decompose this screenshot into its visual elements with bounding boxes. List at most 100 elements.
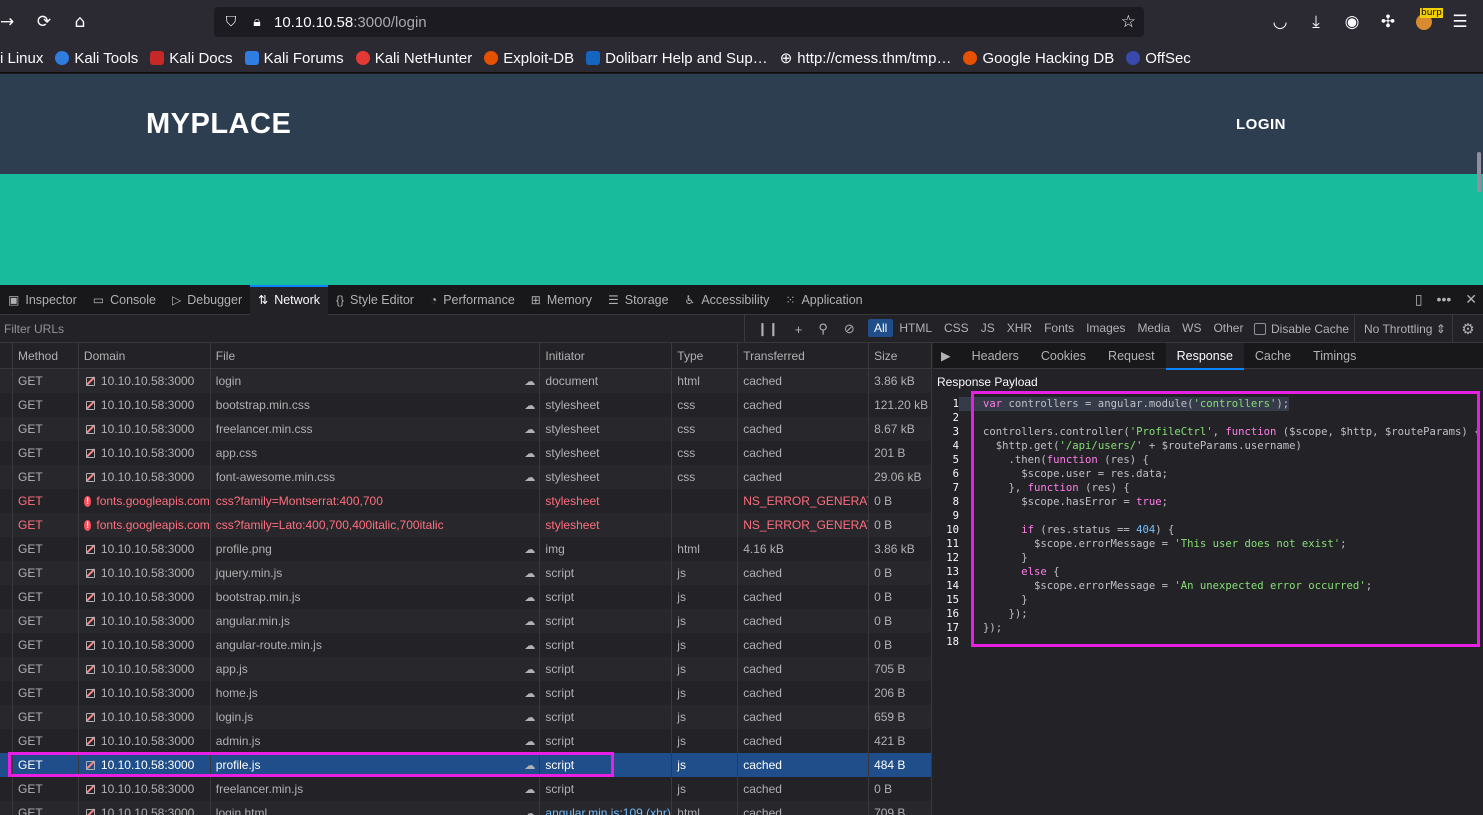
filter-ws[interactable]: WS — [1176, 319, 1207, 337]
table-row[interactable]: GET! fonts.googleapis.com css?family=Lato:… — [0, 513, 931, 537]
initiator-cell[interactable]: angular.min.js:109 (xhr) — [540, 801, 673, 815]
extensions-icon[interactable]: ✣ — [1370, 4, 1406, 40]
tab-response[interactable]: Response — [1165, 342, 1245, 370]
table-row[interactable]: GET! fonts.googleapis.com css?family=Monts… — [0, 489, 931, 513]
bookmark-item[interactable]: Dolibarr Help and Sup… — [586, 50, 768, 67]
more-options-icon[interactable]: ••• — [1437, 291, 1452, 308]
table-row[interactable]: GET 10.10.10.58:3000 login.js ☁︎ script js cac… — [0, 705, 931, 729]
method-cell: GET — [13, 513, 79, 537]
file-text: login — [215, 374, 242, 388]
reload-icon[interactable]: ⟳ — [26, 4, 62, 40]
table-row[interactable]: GET 10.10.10.58:3000 angular.min.js ☁︎ scrip… — [0, 609, 931, 633]
add-request-icon[interactable]: + — [795, 322, 803, 337]
type-cell: css — [672, 465, 739, 489]
tab-headers[interactable]: Headers — [961, 343, 1030, 369]
account-icon[interactable]: ◉ — [1334, 4, 1370, 40]
column-header[interactable]: Domain — [79, 343, 211, 368]
bookmark-item[interactable]: Kali NetHunter — [355, 50, 472, 67]
filter-other[interactable]: Other — [1207, 319, 1249, 337]
search-icon[interactable]: ⚲ — [818, 321, 828, 337]
table-row[interactable]: GET 10.10.10.58:3000 home.js ☁︎ script js cach… — [0, 681, 931, 705]
table-row[interactable]: GET 10.10.10.58:3000 bootstrap.min.js ☁︎ scr… — [0, 585, 931, 609]
tab-request[interactable]: Request — [1097, 343, 1166, 369]
tab-accessibility[interactable]: ♿︎ Accessibility — [677, 285, 778, 315]
filter-css[interactable]: CSS — [938, 319, 975, 337]
bookmark-item[interactable]: i Linux — [0, 50, 43, 67]
table-row[interactable]: GET 10.10.10.58:3000 freelancer.min.css ☁︎ s… — [0, 417, 931, 441]
disable-cache-checkbox[interactable]: Disable Cache — [1254, 322, 1349, 336]
bookmark-item[interactable]: ⊕ http://cmess.thm/tmp… — [780, 49, 952, 68]
url-bar[interactable]: ⛉ 🔒︎ 10.10.10.58:3000/login ☆ — [214, 7, 1144, 37]
column-header[interactable]: File — [211, 343, 541, 368]
table-row[interactable]: GET 10.10.10.58:3000 jquery.min.js ☁︎ script… — [0, 561, 931, 585]
table-row[interactable]: GET 10.10.10.58:3000 profile.png ☁︎ img html 4… — [0, 537, 931, 561]
filter-images[interactable]: Images — [1080, 319, 1131, 337]
table-row[interactable]: GET 10.10.10.58:3000 app.css ☁︎ stylesheet cs… — [0, 441, 931, 465]
tab-performance[interactable]: ◔ Performance — [422, 285, 523, 315]
kali-docs-icon — [150, 51, 165, 65]
insecure-connection-icon — [84, 759, 96, 771]
column-header[interactable]: Transferred — [738, 343, 870, 368]
bookmark-item[interactable]: OffSec — [1126, 50, 1191, 67]
table-row[interactable]: GET 10.10.10.58:3000 profile.js ☁︎ script js c… — [0, 753, 931, 777]
tab-label: Application — [801, 292, 863, 307]
response-code[interactable]: 1 var controllers = angular.module('contr… — [933, 397, 1483, 649]
table-row[interactable]: GET 10.10.10.58:3000 freelancer.min.js ☁︎ sc… — [0, 777, 931, 801]
filter-urls-input[interactable]: Filter URLs — [4, 322, 64, 336]
tab-cookies[interactable]: Cookies — [1030, 343, 1097, 369]
home-icon[interactable]: ⌂ — [62, 4, 98, 40]
menu-icon[interactable]: ☰ — [1442, 4, 1478, 40]
table-row[interactable]: GET 10.10.10.58:3000 login ☁︎ document html ca… — [0, 369, 931, 393]
filter-fonts[interactable]: Fonts — [1038, 319, 1080, 337]
tab-application[interactable]: ⁙ Application — [777, 285, 870, 315]
responsive-design-icon[interactable]: ▯ — [1415, 291, 1423, 308]
site-brand[interactable]: MYPLACE — [146, 108, 291, 141]
table-row[interactable]: GET 10.10.10.58:3000 angular-route.min.js ☁… — [0, 633, 931, 657]
tab-console[interactable]: ▭ Console — [85, 285, 164, 315]
table-row[interactable]: GET 10.10.10.58:3000 admin.js ☁︎ script js cac… — [0, 729, 931, 753]
bookmark-star-icon[interactable]: ☆ — [1121, 12, 1136, 32]
filter-html[interactable]: HTML — [893, 319, 938, 337]
column-header[interactable]: Type — [672, 343, 739, 368]
tab-debugger[interactable]: ▷ Debugger — [164, 285, 250, 315]
toggle-sidebar-icon[interactable]: ▶︎ — [933, 343, 961, 369]
clear-icon[interactable]: ⊘ — [844, 321, 855, 337]
table-row[interactable]: GET 10.10.10.58:3000 login.html ☁︎ angular.m… — [0, 801, 931, 815]
filter-media[interactable]: Media — [1131, 319, 1176, 337]
table-row[interactable]: GET 10.10.10.58:3000 bootstrap.min.css ☁︎ st… — [0, 393, 931, 417]
tab-storage[interactable]: ☰ Storage — [600, 285, 677, 315]
bookmark-item[interactable]: Google Hacking DB — [963, 50, 1114, 67]
bookmark-item[interactable]: Kali Docs — [150, 50, 233, 67]
bookmark-item[interactable]: Exploit-DB — [484, 50, 574, 67]
page-scrollbar[interactable] — [1477, 152, 1481, 192]
tab-cache[interactable]: Cache — [1244, 343, 1302, 369]
filter-js[interactable]: JS — [975, 319, 1001, 337]
pause-icon[interactable]: ❙❙ — [757, 321, 779, 337]
forward-icon[interactable]: → — [0, 4, 18, 40]
filter-xhr[interactable]: XHR — [1001, 319, 1038, 337]
column-header[interactable]: Method — [13, 343, 79, 368]
table-row[interactable]: GET 10.10.10.58:3000 app.js ☁︎ script js cache… — [0, 657, 931, 681]
gear-icon[interactable]: ⚙ — [1452, 315, 1483, 343]
column-header[interactable]: Initiator — [540, 343, 673, 368]
download-icon[interactable]: ⤓ — [1298, 4, 1334, 40]
tab-memory[interactable]: ⊞ Memory — [523, 285, 600, 315]
close-icon[interactable]: ✕ — [1465, 291, 1477, 308]
column-header[interactable]: Size — [869, 343, 931, 368]
initiator-cell: document — [540, 369, 673, 393]
tab-timings[interactable]: Timings — [1302, 343, 1367, 369]
shield-icon[interactable]: ⛉ — [218, 14, 244, 30]
table-row[interactable]: GET 10.10.10.58:3000 font-awesome.min.css ☁… — [0, 465, 931, 489]
burp-extension-icon[interactable]: burp — [1406, 4, 1443, 40]
throttling-select[interactable]: No Throttling ⇕ — [1354, 315, 1446, 343]
tab-network[interactable]: ⇅ Network — [250, 284, 329, 315]
pocket-icon[interactable]: ◡ — [1262, 4, 1298, 40]
tab-style-editor[interactable]: {} Style Editor — [328, 285, 422, 315]
url-text[interactable]: 10.10.10.58:3000/login — [274, 14, 427, 31]
bookmark-item[interactable]: Kali Forums — [244, 50, 344, 67]
bookmark-item[interactable]: Kali Tools — [55, 50, 138, 67]
tab-inspector[interactable]: ▣ Inspector — [0, 285, 85, 315]
filter-all[interactable]: All — [868, 319, 894, 337]
lock-icon[interactable]: 🔒︎ — [244, 14, 270, 30]
nav-login-link[interactable]: LOGIN — [1236, 116, 1286, 133]
